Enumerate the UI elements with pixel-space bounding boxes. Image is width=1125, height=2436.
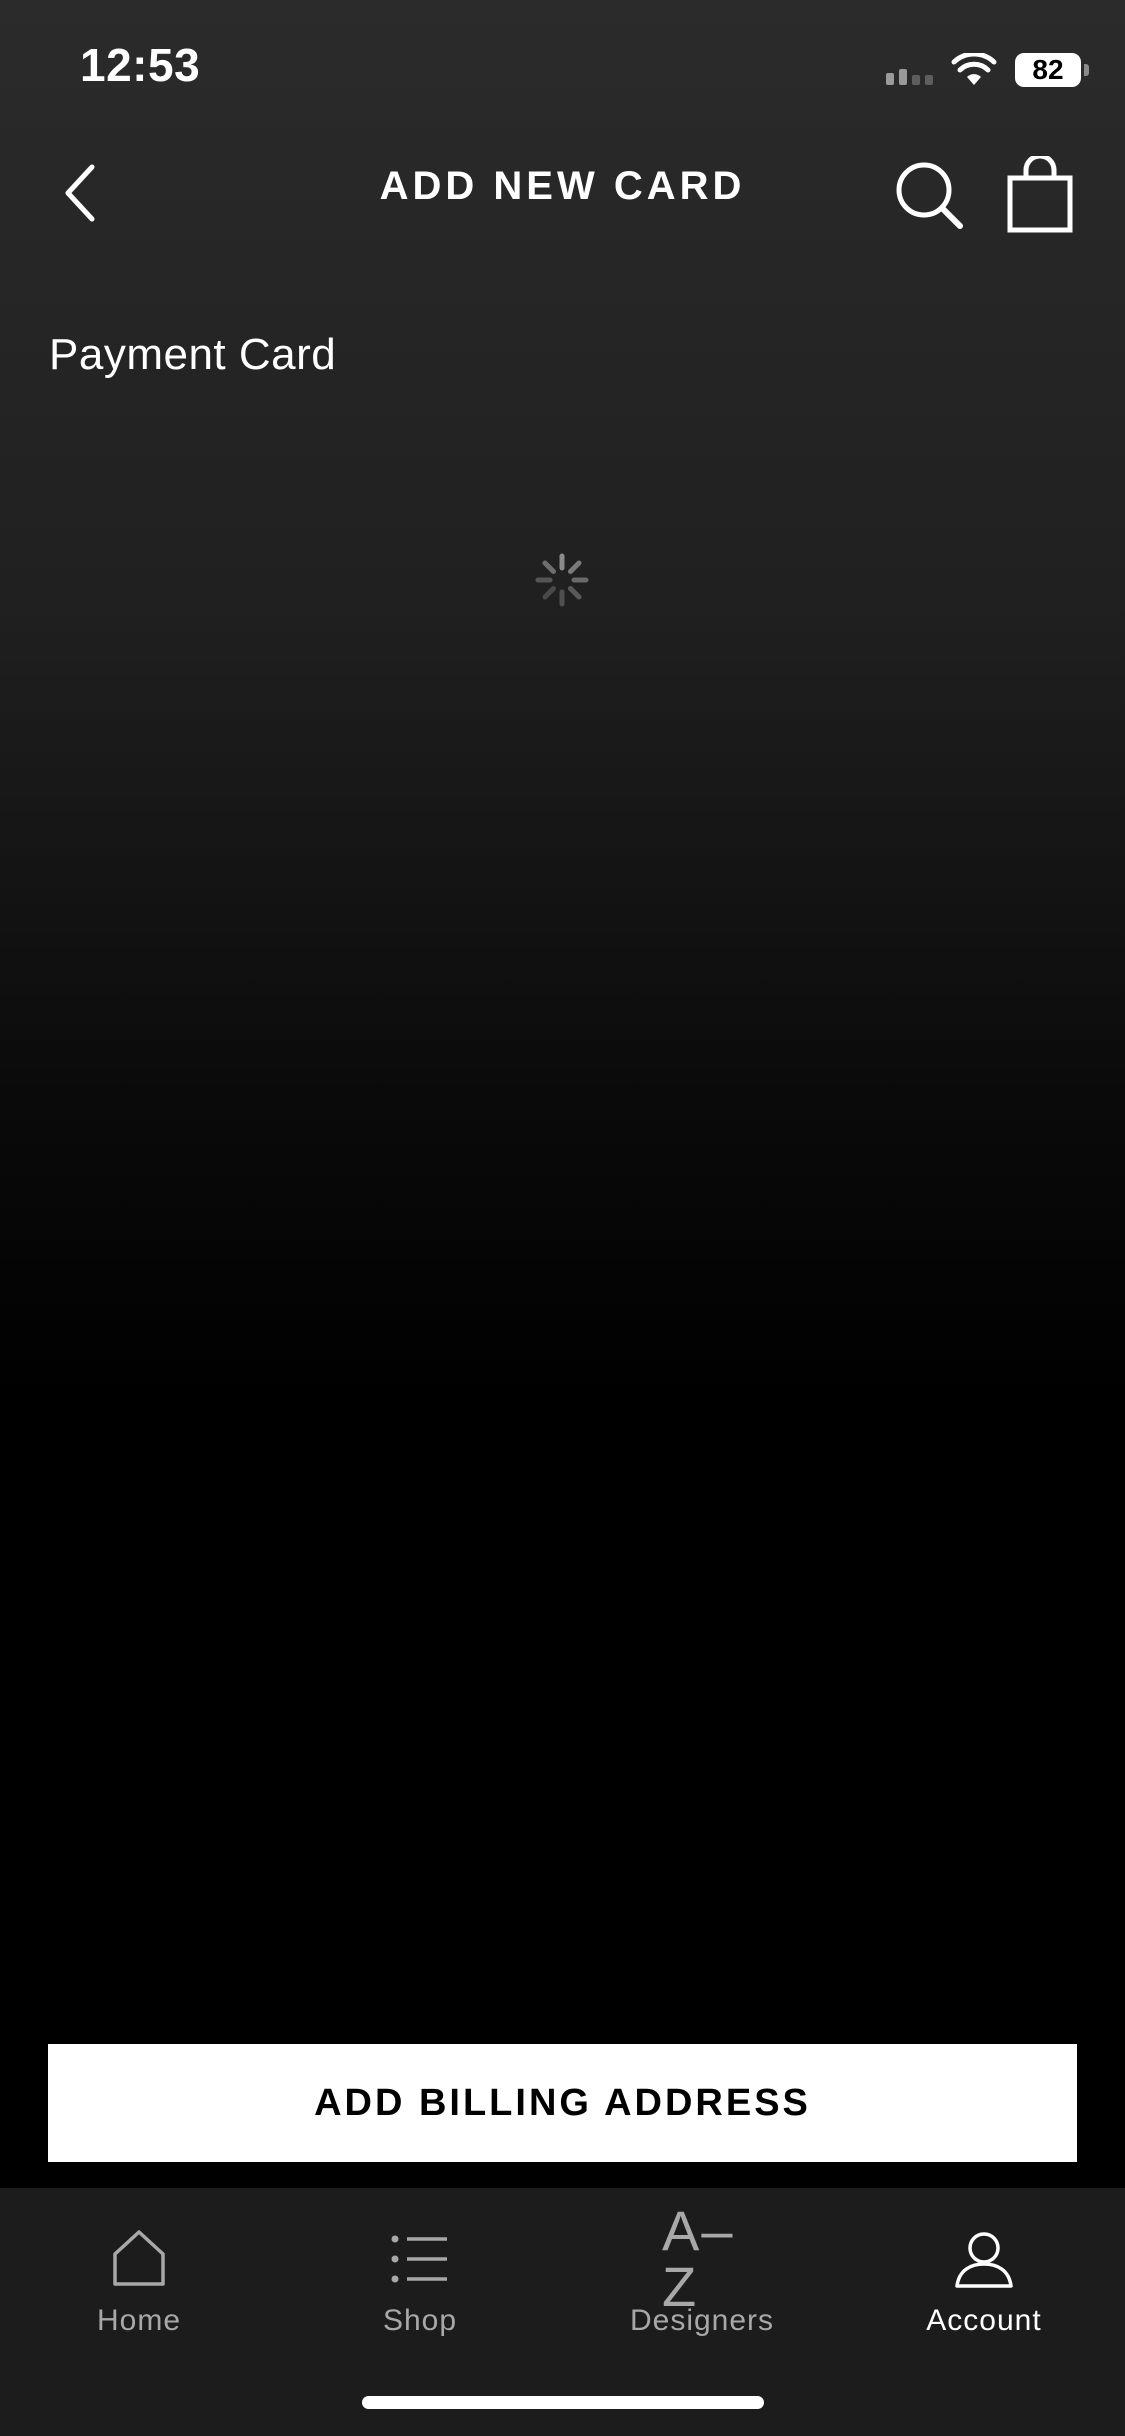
home-icon [113, 2230, 165, 2286]
wifi-icon [951, 53, 997, 85]
section-title: Payment Card [49, 330, 337, 379]
add-new-card-screen: 12:53 82 ADD NEW CARD Payment Card ADD B… [0, 0, 1125, 2436]
tab-account-label: Account [926, 2304, 1042, 2337]
tab-designers-label: Designers [629, 2304, 775, 2337]
list-icon [391, 2235, 447, 2283]
status-indicators: 82 [886, 48, 1089, 92]
add-billing-address-button[interactable]: ADD BILLING ADDRESS [48, 2044, 1077, 2162]
battery-level: 82 [1032, 54, 1064, 85]
shopping-bag-icon [1007, 153, 1073, 233]
tab-home-label: Home [96, 2304, 182, 2337]
tab-designers[interactable]: A–Z Designers [602, 2203, 802, 2354]
battery-icon: 82 [1015, 53, 1089, 87]
shopping-bag-button[interactable] [1004, 153, 1076, 236]
spinner-icon [535, 553, 589, 607]
status-time: 12:53 [80, 39, 201, 91]
home-indicator [362, 2396, 764, 2409]
search-icon [896, 162, 963, 229]
a-z-icon: A–Z [662, 2199, 735, 2318]
tab-shop-label: Shop [382, 2304, 458, 2337]
tab-shop[interactable]: Shop [320, 2224, 520, 2354]
search-button[interactable] [890, 156, 970, 236]
user-icon [955, 2232, 1013, 2288]
cellular-signal-icon [886, 55, 933, 85]
tab-home[interactable]: Home [39, 2224, 239, 2354]
tab-account[interactable]: Account [884, 2224, 1084, 2354]
